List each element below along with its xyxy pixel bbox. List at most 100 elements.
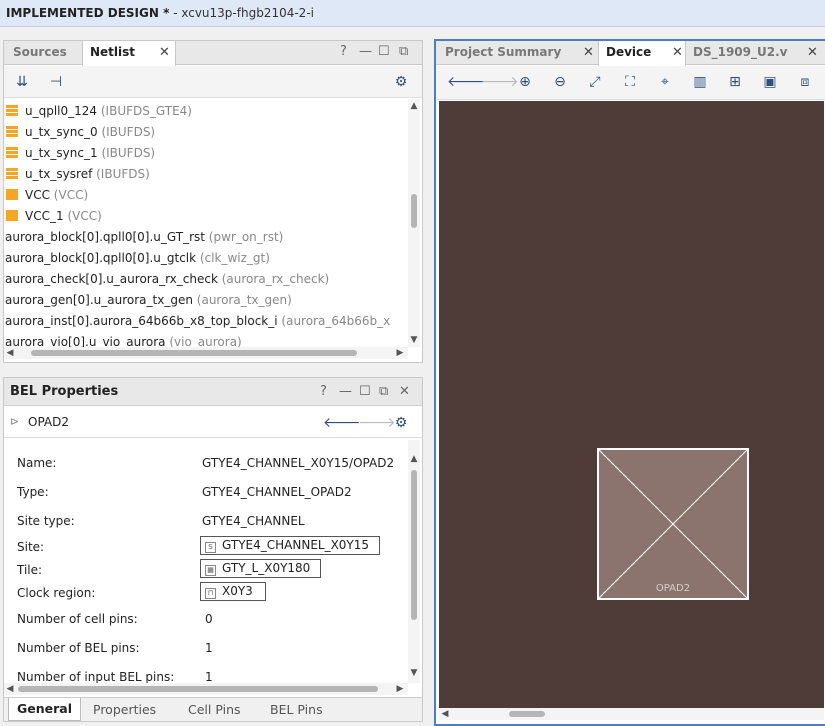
autofit-selection-icon[interactable]: ⌖ [656,73,674,91]
clock-region-link[interactable]: ⊓ X0Y3 [200,582,266,601]
scroll-left-icon[interactable]: ◀ [4,348,16,358]
netlist-vertical-scrollbar[interactable]: ▲ ▼ [408,99,420,347]
scroll-thumb[interactable] [509,711,545,717]
gear-icon[interactable]: ⚙ [392,73,410,91]
list-item[interactable]: aurora_block[0].qpll0[0].u_GT_rst (pwr_o… [5,227,283,248]
close-icon[interactable]: ✕ [159,41,170,65]
list-item[interactable]: aurora_inst[0].aurora_64b66b_x8_top_bloc… [5,311,390,332]
prop-value-name: GTYE4_CHANNEL_X0Y15/OPAD2 [202,456,395,470]
device-horizontal-scrollbar[interactable]: ◀ [439,708,824,720]
back-arrow-icon[interactable]: 🡐 [323,414,361,432]
scroll-thumb[interactable] [411,470,417,620]
scroll-up-icon[interactable]: ▲ [408,101,420,111]
minimize-icon[interactable]: — [359,44,372,59]
list-item[interactable]: aurora_block[0].qpll0[0].u_gtclk (clk_wi… [5,248,270,269]
float-icon[interactable]: ⧉ [379,384,388,399]
list-item[interactable]: VCC_1 (VCC) [6,206,102,227]
gear-icon[interactable]: ⚙ [392,414,410,432]
tile-value: GTY_L_X0Y180 [222,561,311,575]
prop-label-bel-pins: Number of BEL pins: [17,641,140,655]
item-cell: (aurora_tx_gen) [196,293,292,307]
scroll-thumb[interactable] [411,194,417,228]
routing-resources-icon[interactable]: ▥ [691,73,709,91]
collapse-all-icon[interactable]: ⇊ [13,73,31,91]
properties-horizontal-scrollbar[interactable]: ◀ ▶ [4,683,408,695]
cell-icon [6,126,18,137]
netlist-horizontal-scrollbar[interactable]: ◀ ▶ [4,347,408,359]
site-link[interactable]: S GTYE4_CHANNEL_X0Y15 [200,536,380,555]
tile-link[interactable]: ▦ GTY_L_X0Y180 [200,559,321,578]
close-icon[interactable]: ✕ [583,41,594,65]
zoom-in-icon[interactable]: ⊕ [516,73,534,91]
item-name: aurora_check[0].u_aurora_rx_check [5,272,218,286]
prop-value-site-type: GTYE4_CHANNEL [202,514,305,528]
scroll-left-icon[interactable]: ◀ [4,684,16,694]
add-pblock-icon[interactable]: ⊞ [726,73,744,91]
list-item[interactable]: u_tx_sync_1 (IBUFDS) [6,143,155,164]
item-cell: (IBUFDS_GTE4) [100,104,192,118]
close-icon[interactable]: ✕ [672,41,683,65]
cell-icon [6,210,18,221]
forward-arrow-icon[interactable]: 🡒 [481,73,519,91]
tab-cell-pins[interactable]: Cell Pins [188,702,241,717]
tab-bel-pins[interactable]: BEL Pins [270,702,323,717]
place-cell-icon[interactable]: ⧈ [796,73,814,91]
device-toolbar: 🡐 🡒 ⊕ ⊖ ⤢ ⛶ ⌖ ▥ ⊞ ▣ ⧈ [436,66,825,100]
list-item[interactable]: u_tx_sysref (IBUFDS) [6,164,150,185]
prop-label-name: Name: [17,456,57,470]
list-item[interactable]: aurora_vio[0].u_vio_aurora (vio_aurora) [5,332,242,347]
float-icon[interactable]: ⧉ [399,44,408,59]
tab-sources[interactable]: Sources [6,41,82,65]
netlist-toolbar: ⇊ ⊣ ⚙ [4,66,422,98]
list-item[interactable]: u_qpll0_124 (IBUFDS_GTE4) [6,101,192,122]
close-icon[interactable]: ✕ [399,384,410,399]
tab-ds-1909-u2-v[interactable]: DS_1909_U2.v [686,41,824,65]
list-item[interactable]: VCC (VCC) [6,185,88,206]
maximize-icon[interactable]: ☐ [378,44,390,59]
schematic-icon[interactable]: ⊣ [47,73,65,91]
scroll-down-icon[interactable]: ▼ [408,335,420,345]
zoom-selected-icon[interactable]: ⛶ [621,73,639,91]
scroll-thumb[interactable] [31,350,357,356]
list-item[interactable]: u_tx_sync_0 (IBUFDS) [6,122,155,143]
scroll-down-icon[interactable]: ▼ [408,668,420,678]
scroll-right-icon[interactable]: ▶ [394,684,406,694]
window-titlebar: IMPLEMENTED DESIGN * - xcvu13p-fhgb2104-… [0,0,825,27]
back-arrow-icon[interactable]: 🡐 [447,73,485,91]
zoom-fit-icon[interactable]: ⤢ [586,73,604,91]
forward-arrow-icon[interactable]: 🡒 [358,414,396,432]
item-name: u_qpll0_124 [25,104,98,118]
minimize-icon[interactable]: — [339,384,352,399]
tab-general[interactable]: General [8,698,81,721]
item-name: u_tx_sync_0 [25,125,98,139]
bel-icon: ⊳ [10,415,20,428]
scroll-thumb[interactable] [18,686,378,692]
properties-vertical-scrollbar[interactable]: ▲ ▼ [408,440,420,683]
list-item[interactable]: aurora_gen[0].u_aurora_tx_gen (aurora_tx… [5,290,292,311]
zoom-out-icon[interactable]: ⊖ [551,73,569,91]
close-icon[interactable]: ✕ [807,41,818,65]
item-cell: (IBUFDS) [101,146,156,160]
scroll-right-icon[interactable]: ▶ [394,348,406,358]
help-icon[interactable]: ? [340,44,347,59]
item-cell: (VCC) [67,209,102,223]
tab-properties[interactable]: Properties [93,702,156,717]
cell-icon [6,147,18,158]
scroll-left-icon[interactable]: ◀ [439,709,451,719]
netlist-panel: Sources Netlist ✕ ? — ☐ ⧉ ⇊ ⊣ ⚙ u_qpll0_… [3,40,423,363]
site-cross-lines [599,450,747,598]
tab-project-summary[interactable]: Project Summary [438,41,598,65]
list-item[interactable]: aurora_check[0].u_aurora_rx_check (auror… [5,269,329,290]
item-cell: (aurora_64b66b_x [281,314,391,328]
site-opad2[interactable]: OPAD2 [597,448,749,600]
scroll-up-icon[interactable]: ▲ [408,454,420,464]
prop-value-type: GTYE4_CHANNEL_OPAD2 [202,485,352,499]
device-canvas[interactable]: OPAD2 [439,101,824,712]
help-icon[interactable]: ? [320,384,327,399]
prop-value-bel-pins: 1 [205,641,213,655]
properties-list: Name: GTYE4_CHANNEL_X0Y15/OPAD2 Type: GT… [4,440,408,683]
maximize-icon[interactable]: ☐ [359,384,371,399]
netlist-tree: u_qpll0_124 (IBUFDS_GTE4) u_tx_sync_0 (I… [4,99,408,347]
item-name: VCC [25,188,50,202]
show-site-icon[interactable]: ▣ [761,73,779,91]
